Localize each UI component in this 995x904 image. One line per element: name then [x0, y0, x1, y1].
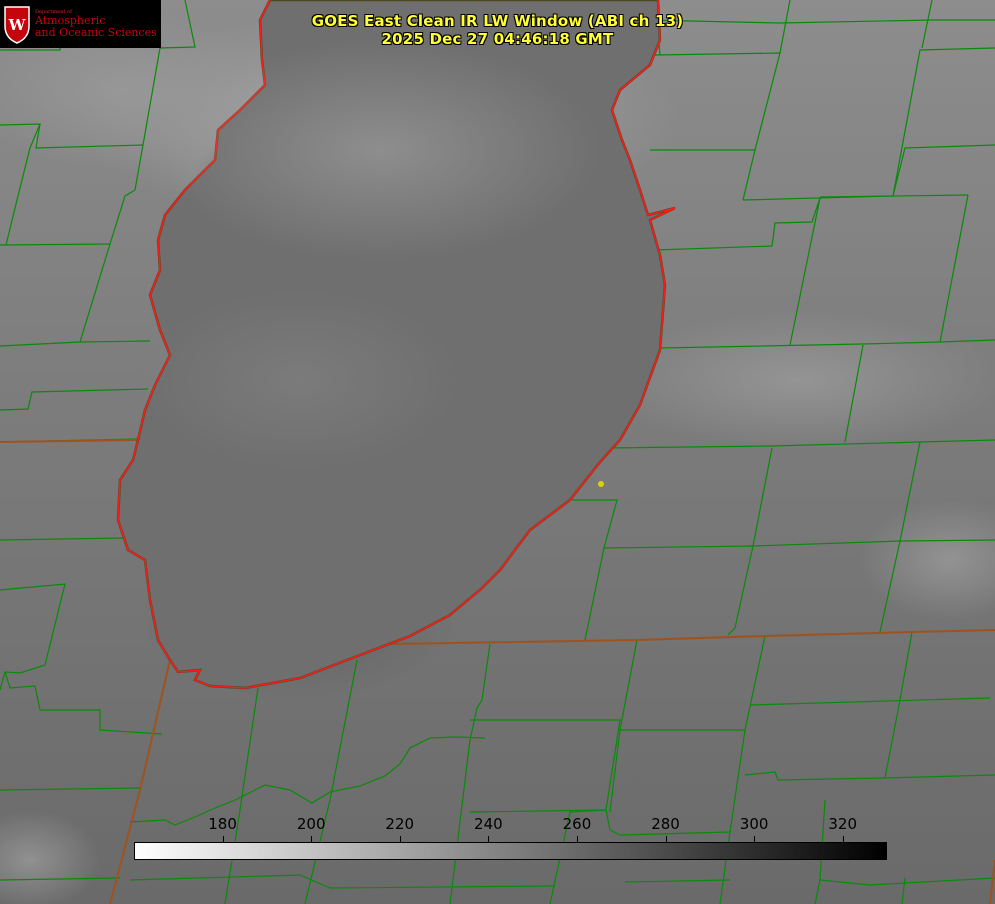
colorbar-gradient	[134, 842, 887, 860]
colorbar-tick-label: 280	[651, 815, 680, 833]
logo-line-2: and Oceanic Sciences	[35, 25, 157, 39]
uw-aos-logo[interactable]: W Department of Atmospheric and Oceanic …	[0, 0, 161, 48]
cloud-over-lake	[140, 290, 460, 470]
map-layer	[0, 0, 995, 904]
colorbar-tick-label: 200	[296, 815, 326, 833]
colorbar-tick-label: 240	[474, 815, 503, 833]
colorbar-tick-mark	[399, 836, 401, 842]
colorbar-tick-mark	[576, 836, 578, 842]
colorbar-tick-label: 220	[385, 815, 415, 833]
colorbar-tick-label: 180	[208, 815, 237, 833]
colorbar-tick-label: 320	[828, 815, 858, 833]
colorbar-tick-mark	[842, 836, 844, 842]
colorbar-tick-label: 300	[739, 815, 769, 833]
station-dot-icon	[598, 481, 604, 487]
colorbar-tick-mark	[311, 836, 313, 842]
colorbar: 180 200 220 240 260 280 300 320	[134, 815, 887, 860]
satellite-image: W Department of Atmospheric and Oceanic …	[0, 0, 995, 904]
svg-text:W: W	[8, 16, 27, 34]
colorbar-tick-mark	[754, 836, 756, 842]
colorbar-tick-mark	[222, 836, 224, 842]
uw-crest-icon: W	[4, 6, 30, 44]
colorbar-tick-mark	[665, 836, 667, 842]
colorbar-tick-label: 260	[562, 815, 592, 833]
logo-text: Department of Atmospheric and Oceanic Sc…	[35, 9, 157, 39]
logo-line-1: Atmospheric	[35, 14, 106, 28]
cloud-over-lake	[160, 40, 600, 260]
colorbar-tick-mark	[488, 836, 490, 842]
